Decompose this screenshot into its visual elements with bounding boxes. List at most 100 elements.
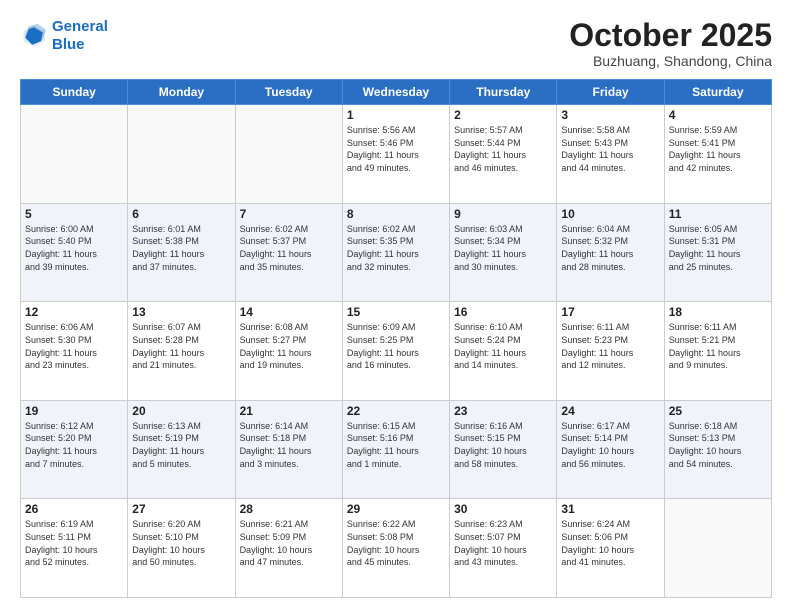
day-number: 23 <box>454 404 552 418</box>
day-info: Sunrise: 5:59 AMSunset: 5:41 PMDaylight:… <box>669 124 767 174</box>
day-number: 27 <box>132 502 230 516</box>
day-number: 5 <box>25 207 123 221</box>
day-number: 21 <box>240 404 338 418</box>
day-number: 14 <box>240 305 338 319</box>
day-number: 1 <box>347 108 445 122</box>
day-info: Sunrise: 5:57 AMSunset: 5:44 PMDaylight:… <box>454 124 552 174</box>
day-info: Sunrise: 5:58 AMSunset: 5:43 PMDaylight:… <box>561 124 659 174</box>
day-number: 15 <box>347 305 445 319</box>
col-wednesday: Wednesday <box>342 80 449 105</box>
table-row: 19Sunrise: 6:12 AMSunset: 5:20 PMDayligh… <box>21 400 128 499</box>
day-info: Sunrise: 6:08 AMSunset: 5:27 PMDaylight:… <box>240 321 338 371</box>
day-info: Sunrise: 6:12 AMSunset: 5:20 PMDaylight:… <box>25 420 123 470</box>
day-info: Sunrise: 6:01 AMSunset: 5:38 PMDaylight:… <box>132 223 230 273</box>
table-row: 18 Sunrise: 6:11 AMSunset: 5:21 PMDayligh… <box>664 302 771 401</box>
day-info: Sunrise: 6:07 AMSunset: 5:28 PMDaylight:… <box>132 321 230 371</box>
table-row: 21 Sunrise: 6:14 AMSunset: 5:18 PMDayligh… <box>235 400 342 499</box>
day-info: Sunrise: 6:05 AMSunset: 5:31 PMDaylight:… <box>669 223 767 273</box>
table-row: 7 Sunrise: 6:02 AMSunset: 5:37 PMDaylight… <box>235 203 342 302</box>
day-info: Sunrise: 6:23 AMSunset: 5:07 PMDaylight:… <box>454 518 552 568</box>
day-number: 2 <box>454 108 552 122</box>
logo-icon <box>20 22 48 50</box>
calendar-week-row: 12Sunrise: 6:06 AMSunset: 5:30 PMDayligh… <box>21 302 772 401</box>
day-number: 3 <box>561 108 659 122</box>
table-row: 20 Sunrise: 6:13 AMSunset: 5:19 PMDayligh… <box>128 400 235 499</box>
day-number: 6 <box>132 207 230 221</box>
day-info: Sunrise: 6:03 AMSunset: 5:34 PMDaylight:… <box>454 223 552 273</box>
table-row: 10Sunrise: 6:04 AMSunset: 5:32 PMDayligh… <box>557 203 664 302</box>
day-number: 4 <box>669 108 767 122</box>
calendar-table: Sunday Monday Tuesday Wednesday Thursday… <box>20 79 772 598</box>
day-info: Sunrise: 6:02 AMSunset: 5:35 PMDaylight:… <box>347 223 445 273</box>
table-row: 31 Sunrise: 6:24 AMSunset: 5:06 PMDayligh… <box>557 499 664 598</box>
table-row: 29 Sunrise: 6:22 AMSunset: 5:08 PMDayligh… <box>342 499 449 598</box>
table-row: 27 Sunrise: 6:20 AMSunset: 5:10 PMDayligh… <box>128 499 235 598</box>
table-row <box>235 105 342 204</box>
day-info: Sunrise: 6:11 AMSunset: 5:23 PMDaylight:… <box>561 321 659 371</box>
day-number: 18 <box>669 305 767 319</box>
logo-line2: Blue <box>52 36 85 53</box>
day-number: 22 <box>347 404 445 418</box>
day-info: Sunrise: 6:02 AMSunset: 5:37 PMDaylight:… <box>240 223 338 273</box>
day-number: 7 <box>240 207 338 221</box>
logo: General Blue <box>20 18 108 54</box>
table-row: 2 Sunrise: 5:57 AMSunset: 5:44 PMDaylight… <box>450 105 557 204</box>
table-row: 4 Sunrise: 5:59 AMSunset: 5:41 PMDaylight… <box>664 105 771 204</box>
calendar-header-row: Sunday Monday Tuesday Wednesday Thursday… <box>21 80 772 105</box>
day-info: Sunrise: 6:00 AMSunset: 5:40 PMDaylight:… <box>25 223 123 273</box>
table-row: 14 Sunrise: 6:08 AMSunset: 5:27 PMDayligh… <box>235 302 342 401</box>
day-info: Sunrise: 6:17 AMSunset: 5:14 PMDaylight:… <box>561 420 659 470</box>
day-info: Sunrise: 5:56 AMSunset: 5:46 PMDaylight:… <box>347 124 445 174</box>
day-number: 16 <box>454 305 552 319</box>
table-row: 6 Sunrise: 6:01 AMSunset: 5:38 PMDaylight… <box>128 203 235 302</box>
day-number: 24 <box>561 404 659 418</box>
day-info: Sunrise: 6:21 AMSunset: 5:09 PMDaylight:… <box>240 518 338 568</box>
table-row: 17Sunrise: 6:11 AMSunset: 5:23 PMDayligh… <box>557 302 664 401</box>
day-number: 25 <box>669 404 767 418</box>
day-info: Sunrise: 6:10 AMSunset: 5:24 PMDaylight:… <box>454 321 552 371</box>
header: General Blue October 2025 Buzhuang, Shan… <box>20 18 772 69</box>
table-row: 24 Sunrise: 6:17 AMSunset: 5:14 PMDayligh… <box>557 400 664 499</box>
day-number: 20 <box>132 404 230 418</box>
day-number: 10 <box>561 207 659 221</box>
table-row: 1 Sunrise: 5:56 AMSunset: 5:46 PMDaylight… <box>342 105 449 204</box>
calendar-week-row: 5 Sunrise: 6:00 AMSunset: 5:40 PMDaylight… <box>21 203 772 302</box>
location-subtitle: Buzhuang, Shandong, China <box>569 53 772 69</box>
day-info: Sunrise: 6:11 AMSunset: 5:21 PMDaylight:… <box>669 321 767 371</box>
day-info: Sunrise: 6:15 AMSunset: 5:16 PMDaylight:… <box>347 420 445 470</box>
table-row: 23 Sunrise: 6:16 AMSunset: 5:15 PMDayligh… <box>450 400 557 499</box>
col-tuesday: Tuesday <box>235 80 342 105</box>
col-friday: Friday <box>557 80 664 105</box>
table-row <box>664 499 771 598</box>
day-number: 29 <box>347 502 445 516</box>
day-number: 8 <box>347 207 445 221</box>
day-number: 9 <box>454 207 552 221</box>
day-info: Sunrise: 6:13 AMSunset: 5:19 PMDaylight:… <box>132 420 230 470</box>
table-row: 28 Sunrise: 6:21 AMSunset: 5:09 PMDayligh… <box>235 499 342 598</box>
day-info: Sunrise: 6:24 AMSunset: 5:06 PMDaylight:… <box>561 518 659 568</box>
day-info: Sunrise: 6:20 AMSunset: 5:10 PMDaylight:… <box>132 518 230 568</box>
col-thursday: Thursday <box>450 80 557 105</box>
logo-line1: General <box>52 18 108 35</box>
calendar-week-row: 1 Sunrise: 5:56 AMSunset: 5:46 PMDaylight… <box>21 105 772 204</box>
table-row: 8 Sunrise: 6:02 AMSunset: 5:35 PMDaylight… <box>342 203 449 302</box>
table-row: 9 Sunrise: 6:03 AMSunset: 5:34 PMDaylight… <box>450 203 557 302</box>
day-info: Sunrise: 6:22 AMSunset: 5:08 PMDaylight:… <box>347 518 445 568</box>
calendar-week-row: 19Sunrise: 6:12 AMSunset: 5:20 PMDayligh… <box>21 400 772 499</box>
table-row: 3 Sunrise: 5:58 AMSunset: 5:43 PMDaylight… <box>557 105 664 204</box>
table-row: 12Sunrise: 6:06 AMSunset: 5:30 PMDayligh… <box>21 302 128 401</box>
day-info: Sunrise: 6:06 AMSunset: 5:30 PMDaylight:… <box>25 321 123 371</box>
title-block: October 2025 Buzhuang, Shandong, China <box>569 18 772 69</box>
table-row: 16 Sunrise: 6:10 AMSunset: 5:24 PMDayligh… <box>450 302 557 401</box>
table-row: 11Sunrise: 6:05 AMSunset: 5:31 PMDayligh… <box>664 203 771 302</box>
day-number: 13 <box>132 305 230 319</box>
calendar-week-row: 26Sunrise: 6:19 AMSunset: 5:11 PMDayligh… <box>21 499 772 598</box>
day-info: Sunrise: 6:18 AMSunset: 5:13 PMDaylight:… <box>669 420 767 470</box>
month-title: October 2025 <box>569 18 772 53</box>
day-info: Sunrise: 6:16 AMSunset: 5:15 PMDaylight:… <box>454 420 552 470</box>
day-info: Sunrise: 6:14 AMSunset: 5:18 PMDaylight:… <box>240 420 338 470</box>
page: General Blue October 2025 Buzhuang, Shan… <box>0 0 792 612</box>
day-number: 31 <box>561 502 659 516</box>
table-row: 26Sunrise: 6:19 AMSunset: 5:11 PMDayligh… <box>21 499 128 598</box>
day-number: 28 <box>240 502 338 516</box>
